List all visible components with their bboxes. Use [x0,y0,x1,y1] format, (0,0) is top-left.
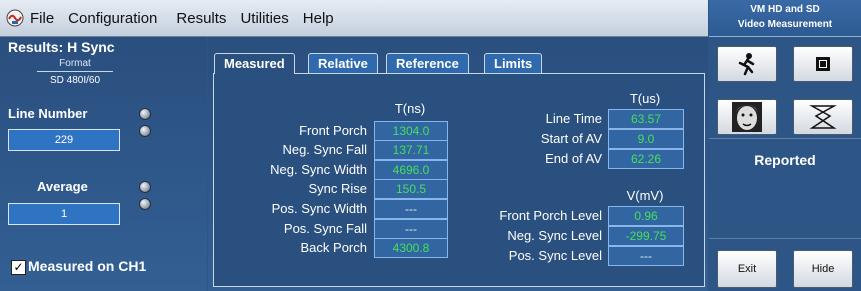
run-button[interactable] [717,46,777,82]
menu-utilities[interactable]: Utilities [233,10,295,27]
tab-measured[interactable]: Measured [214,53,295,74]
app-title-line-2: Video Measurement [737,19,833,30]
t-us-header: T(us) [629,91,661,106]
tab-reference[interactable]: Reference [386,53,469,74]
face-icon [732,102,762,132]
pos-sync-level-label: Pos. Sync Level [508,248,602,263]
front-porch-level-value: 0.96 [608,206,684,226]
line-number-field[interactable]: 229 [8,129,120,151]
pos-sync-width-value: --- [374,199,448,219]
v-mv-header: V(mV) [626,188,664,203]
front-porch-level-label: Front Porch Level [499,208,602,223]
neg-sync-width-label: Neg. Sync Width [270,162,367,177]
end-of-av-value: 62.26 [608,149,684,169]
sync-rise-label: Sync Rise [308,181,367,196]
stop-button[interactable] [793,46,853,82]
face-button[interactable] [717,99,777,135]
menu-configuration[interactable]: Configuration [61,10,164,27]
app-title-block: VM HD and SD Video Measurement [709,0,861,37]
app-logo-icon [6,9,24,27]
run-icon [738,53,755,76]
line-number-coarse-knob-icon[interactable] [139,108,151,120]
start-of-av-label: Start of AV [540,131,602,146]
menu-help[interactable]: Help [296,10,341,27]
tab-limits[interactable]: Limits [484,53,543,74]
pos-sync-level-value: --- [608,246,684,266]
line-number-label: Line Number [8,106,88,121]
t-ns-header: T(ns) [394,101,426,116]
start-of-av-value: 9.0 [608,129,684,149]
line-time-label: Line Time [545,111,602,126]
app-window: File Configuration Results Utilities Hel… [0,0,861,291]
average-coarse-knob-icon[interactable] [139,181,151,193]
back-porch-value: 4300.8 [374,238,448,258]
main-panel: Measured Relative Reference Limits T(ns)… [208,37,708,291]
line-time-value: 63.57 [608,109,684,129]
front-porch-value: 1304.0 [374,121,448,141]
app-title-line-1: VM HD and SD [750,4,820,15]
neg-sync-fall-label: Neg. Sync Fall [282,142,367,157]
pos-sync-fall-value: --- [374,219,448,239]
average-label: Average [37,179,88,194]
menu-file[interactable]: File [30,10,61,27]
back-porch-label: Back Porch [300,240,367,255]
waveform-button[interactable] [793,99,853,135]
hide-button[interactable]: Hide [793,250,853,288]
format-label: Format [59,58,91,69]
pos-sync-fall-label: Pos. Sync Fall [283,221,367,236]
sync-rise-value: 150.5 [374,179,448,199]
waveform-icon [809,105,837,129]
stop-icon [816,57,830,71]
average-fine-knob-icon[interactable] [139,198,151,210]
results-title: Results: H Sync [8,39,115,55]
measured-tab-content: T(ns) T(us) V(mV) Front Porch 1304.0 Neg… [213,73,705,287]
right-panel: VM HD and SD Video Measurement Reported … [709,0,861,291]
panel-divider [709,238,861,239]
end-of-av-label: End of AV [545,151,602,166]
measured-on-checkbox[interactable]: ✓ [11,260,26,275]
menu-results[interactable]: Results [164,10,233,27]
format-value: SD 480I/60 [49,75,101,86]
front-porch-label: Front Porch [299,123,367,138]
measured-on-label: Measured on CH1 [28,258,147,274]
line-number-fine-knob-icon[interactable] [139,125,151,137]
format-divider [37,71,113,72]
tab-relative[interactable]: Relative [308,53,378,74]
neg-sync-level-label: Neg. Sync Level [507,228,602,243]
reported-label: Reported [754,152,816,168]
average-field[interactable]: 1 [8,203,120,225]
neg-sync-fall-value: 137.71 [374,140,448,160]
menu-bar: File Configuration Results Utilities Hel… [0,0,708,37]
left-panel: Results: H Sync Format SD 480I/60 Line N… [0,37,207,291]
pos-sync-width-label: Pos. Sync Width [271,201,367,216]
panel-divider [709,138,861,139]
neg-sync-level-value: -299.75 [608,226,684,246]
exit-button[interactable]: Exit [717,250,777,288]
neg-sync-width-value: 4696.0 [374,160,448,180]
